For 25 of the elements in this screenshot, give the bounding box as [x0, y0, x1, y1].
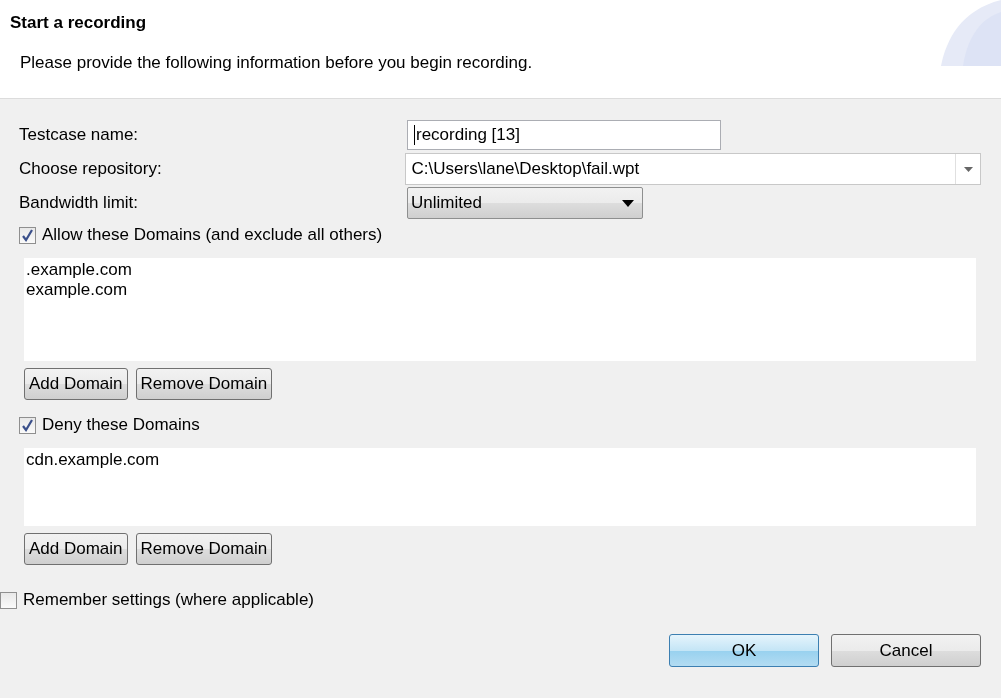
domain-button[interactable]: Remove Domain	[135, 368, 273, 400]
field-label: Bandwidth limit:	[19, 193, 140, 213]
dialog-title: Start a recording	[10, 13, 147, 33]
dialog-description: Please provide the following information before you begin recording.	[20, 53, 533, 73]
domain-button[interactable]: Add Domain	[24, 533, 128, 565]
ok-button[interactable]: OK	[669, 634, 819, 667]
field-label: Testcase name:	[19, 125, 140, 145]
bandwidth-dropdown[interactable]: Unlimited	[407, 187, 643, 219]
checkbox[interactable]	[0, 591, 17, 609]
domain-entry[interactable]: .example.com	[26, 260, 974, 280]
checkbox-label: Deny these Domains	[42, 415, 200, 435]
checkbox[interactable]	[19, 226, 36, 244]
dropdown-arrow-icon	[622, 199, 634, 207]
dropdown-arrow-icon	[963, 166, 973, 172]
domain-entry[interactable]: example.com	[26, 280, 974, 300]
field-label: Choose repository:	[19, 159, 163, 179]
domain-entry[interactable]: cdn.example.com	[26, 450, 974, 470]
checkbox[interactable]	[19, 416, 36, 434]
cancel-button[interactable]: Cancel	[831, 634, 981, 667]
domain-button[interactable]: Remove Domain	[135, 533, 273, 565]
checkbox-label: Allow these Domains (and exclude all others)	[42, 225, 383, 245]
repository-combo[interactable]: C:\Users\lane\Desktop\fail.wpt	[404, 153, 981, 185]
domain-button[interactable]: Add Domain	[24, 368, 128, 400]
testcase-name-field[interactable]: recording [13]	[407, 120, 721, 150]
checkbox-label: Remember settings (where applicable)	[23, 590, 315, 610]
